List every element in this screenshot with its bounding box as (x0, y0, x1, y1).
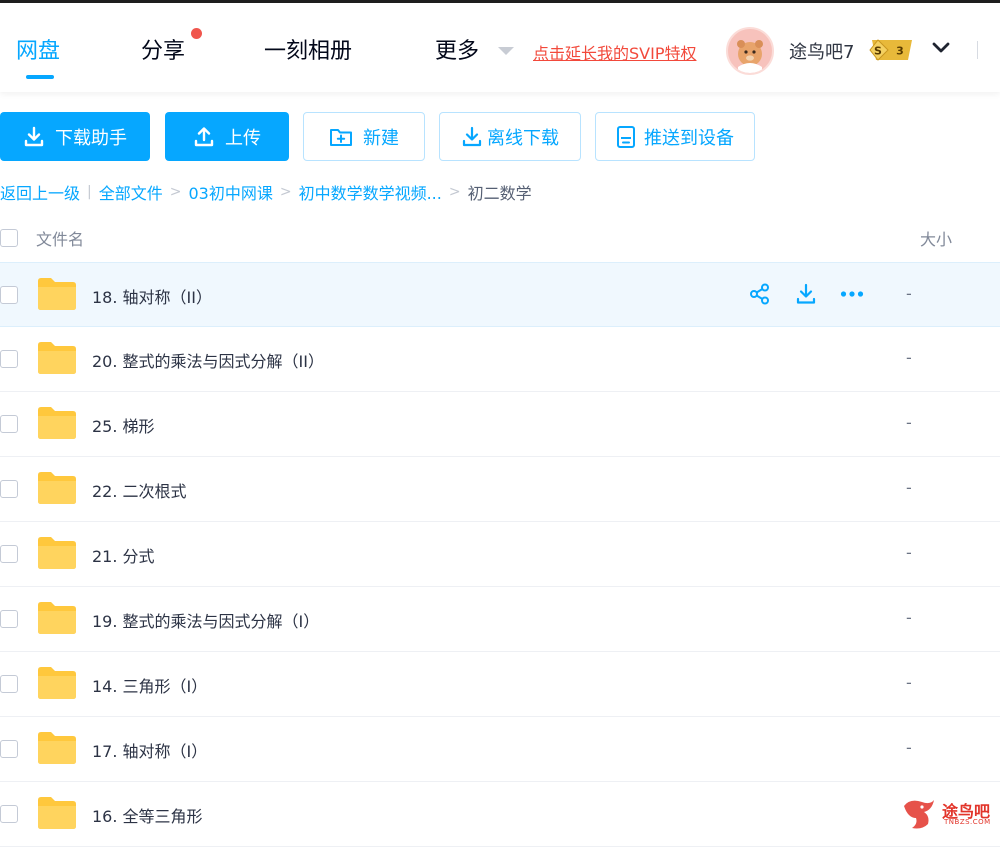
row-checkbox[interactable] (0, 675, 18, 693)
svg-text:S: S (874, 45, 882, 58)
folder-icon (38, 602, 76, 634)
nav-tab-more[interactable]: 更多 (435, 33, 479, 65)
watermark-subtext: TNBZS.COM (944, 818, 991, 826)
folder-icon (38, 537, 76, 569)
file-size: - (906, 738, 912, 757)
folder-icon (38, 472, 76, 504)
new-folder-icon (330, 128, 352, 146)
watermark-logo: 途鸟吧 TNBZS.COM (900, 796, 996, 832)
svip-promo-link[interactable]: 点击延长我的SVIP特权 (533, 40, 696, 64)
breadcrumb-math-videos[interactable]: 初中数学数学视频... (299, 180, 442, 204)
folder-icon (38, 278, 76, 310)
nav-tab-netdisk[interactable]: 网盘 (16, 33, 60, 65)
breadcrumb-divider: | (87, 184, 92, 200)
row-checkbox[interactable] (0, 350, 18, 368)
file-row[interactable]: 17. 轴对称（I） - (0, 717, 1000, 782)
file-name[interactable]: 17. 轴对称（I） (92, 738, 207, 762)
breadcrumb-separator: > (169, 184, 182, 200)
more-options-icon[interactable] (840, 282, 864, 306)
back-link[interactable]: 返回上一级 (0, 180, 80, 204)
file-list-header: 文件名 大小 (0, 218, 1000, 262)
row-checkbox[interactable] (0, 610, 18, 628)
folder-icon (38, 342, 76, 374)
file-name[interactable]: 20. 整式的乘法与因式分解（II） (92, 348, 324, 372)
file-name[interactable]: 22. 二次根式 (92, 478, 187, 502)
top-header: 网盘 分享 一刻相册 更多 点击延长我的SVIP特权 途鸟吧7 S 3 (0, 3, 1000, 92)
download-helper-label: 下载助手 (55, 127, 127, 149)
share-icon[interactable] (748, 282, 772, 306)
row-checkbox[interactable] (0, 805, 18, 823)
file-name[interactable]: 25. 梯形 (92, 413, 155, 437)
file-size: - (906, 543, 912, 562)
file-row[interactable]: 19. 整式的乘法与因式分解（I） - (0, 587, 1000, 652)
file-size: - (906, 413, 912, 432)
nav-tab-share[interactable]: 分享 (141, 33, 185, 65)
nav-tab-album[interactable]: 一刻相册 (264, 33, 352, 65)
file-row[interactable]: 21. 分式 - (0, 522, 1000, 587)
row-checkbox[interactable] (0, 740, 18, 758)
chevron-down-icon[interactable] (932, 41, 950, 55)
file-row[interactable]: 18. 轴对称（II） - (0, 262, 1000, 327)
file-size: - (906, 608, 912, 627)
header-divider (977, 41, 978, 59)
folder-icon (38, 407, 76, 439)
file-list: 18. 轴对称（II） - 20. 整式的乘法与因式分解（II） - 25. 梯… (0, 262, 1000, 847)
new-folder-label: 新建 (363, 127, 399, 149)
username[interactable]: 途鸟吧7 (789, 38, 854, 64)
file-size: - (906, 284, 912, 303)
breadcrumb-separator: > (448, 184, 461, 200)
file-row[interactable]: 16. 全等三角形 (0, 782, 1000, 847)
upload-button[interactable]: 上传 (165, 112, 289, 161)
select-all-checkbox[interactable] (0, 229, 18, 247)
offline-download-label: 离线下载 (487, 127, 559, 149)
file-name[interactable]: 18. 轴对称（II） (92, 284, 212, 308)
caret-down-icon[interactable] (498, 47, 514, 55)
svip-level-badge: S 3 (868, 38, 916, 62)
user-avatar[interactable] (726, 27, 774, 75)
file-name[interactable]: 16. 全等三角形 (92, 803, 203, 827)
notification-dot (191, 28, 202, 39)
row-checkbox[interactable] (0, 480, 18, 498)
file-row[interactable]: 25. 梯形 - (0, 392, 1000, 457)
folder-icon (38, 667, 76, 699)
file-name[interactable]: 21. 分式 (92, 543, 155, 567)
upload-icon (194, 126, 214, 146)
download-icon (24, 126, 44, 146)
row-checkbox[interactable] (0, 286, 18, 304)
folder-icon (38, 732, 76, 764)
file-row[interactable]: 14. 三角形（I） - (0, 652, 1000, 717)
push-to-device-button[interactable]: 推送到设备 (595, 112, 755, 161)
column-header-name[interactable]: 文件名 (36, 226, 84, 250)
device-icon (617, 125, 635, 148)
breadcrumb-current: 初二数学 (467, 184, 532, 203)
download-helper-button[interactable]: 下载助手 (0, 112, 150, 161)
breadcrumb-middle-school-courses[interactable]: 03初中网课 (188, 180, 272, 204)
row-checkbox[interactable] (0, 415, 18, 433)
breadcrumb-all-files[interactable]: 全部文件 (99, 180, 163, 204)
active-tab-indicator (26, 75, 54, 79)
file-row[interactable]: 20. 整式的乘法与因式分解（II） - (0, 327, 1000, 392)
svg-text:3: 3 (896, 45, 904, 58)
offline-download-button[interactable]: 离线下载 (439, 112, 581, 161)
file-size: - (906, 673, 912, 692)
watermark-bird-icon (904, 800, 934, 829)
file-name[interactable]: 19. 整式的乘法与因式分解（I） (92, 608, 319, 632)
row-checkbox[interactable] (0, 545, 18, 563)
breadcrumb: 返回上一级 | 全部文件 > 03初中网课 > 初中数学数学视频... > 初二… (0, 181, 532, 203)
row-actions (748, 282, 864, 306)
breadcrumb-separator: > (279, 184, 292, 200)
folder-icon (38, 797, 76, 829)
file-size: - (906, 478, 912, 497)
file-name[interactable]: 14. 三角形（I） (92, 673, 207, 697)
new-folder-button[interactable]: 新建 (303, 112, 425, 161)
push-to-device-label: 推送到设备 (644, 127, 734, 149)
column-header-size[interactable]: 大小 (920, 226, 952, 250)
file-row[interactable]: 22. 二次根式 - (0, 457, 1000, 522)
offline-download-icon (462, 126, 482, 146)
file-size: - (906, 348, 912, 367)
upload-label: 上传 (225, 127, 261, 149)
download-icon[interactable] (794, 282, 818, 306)
